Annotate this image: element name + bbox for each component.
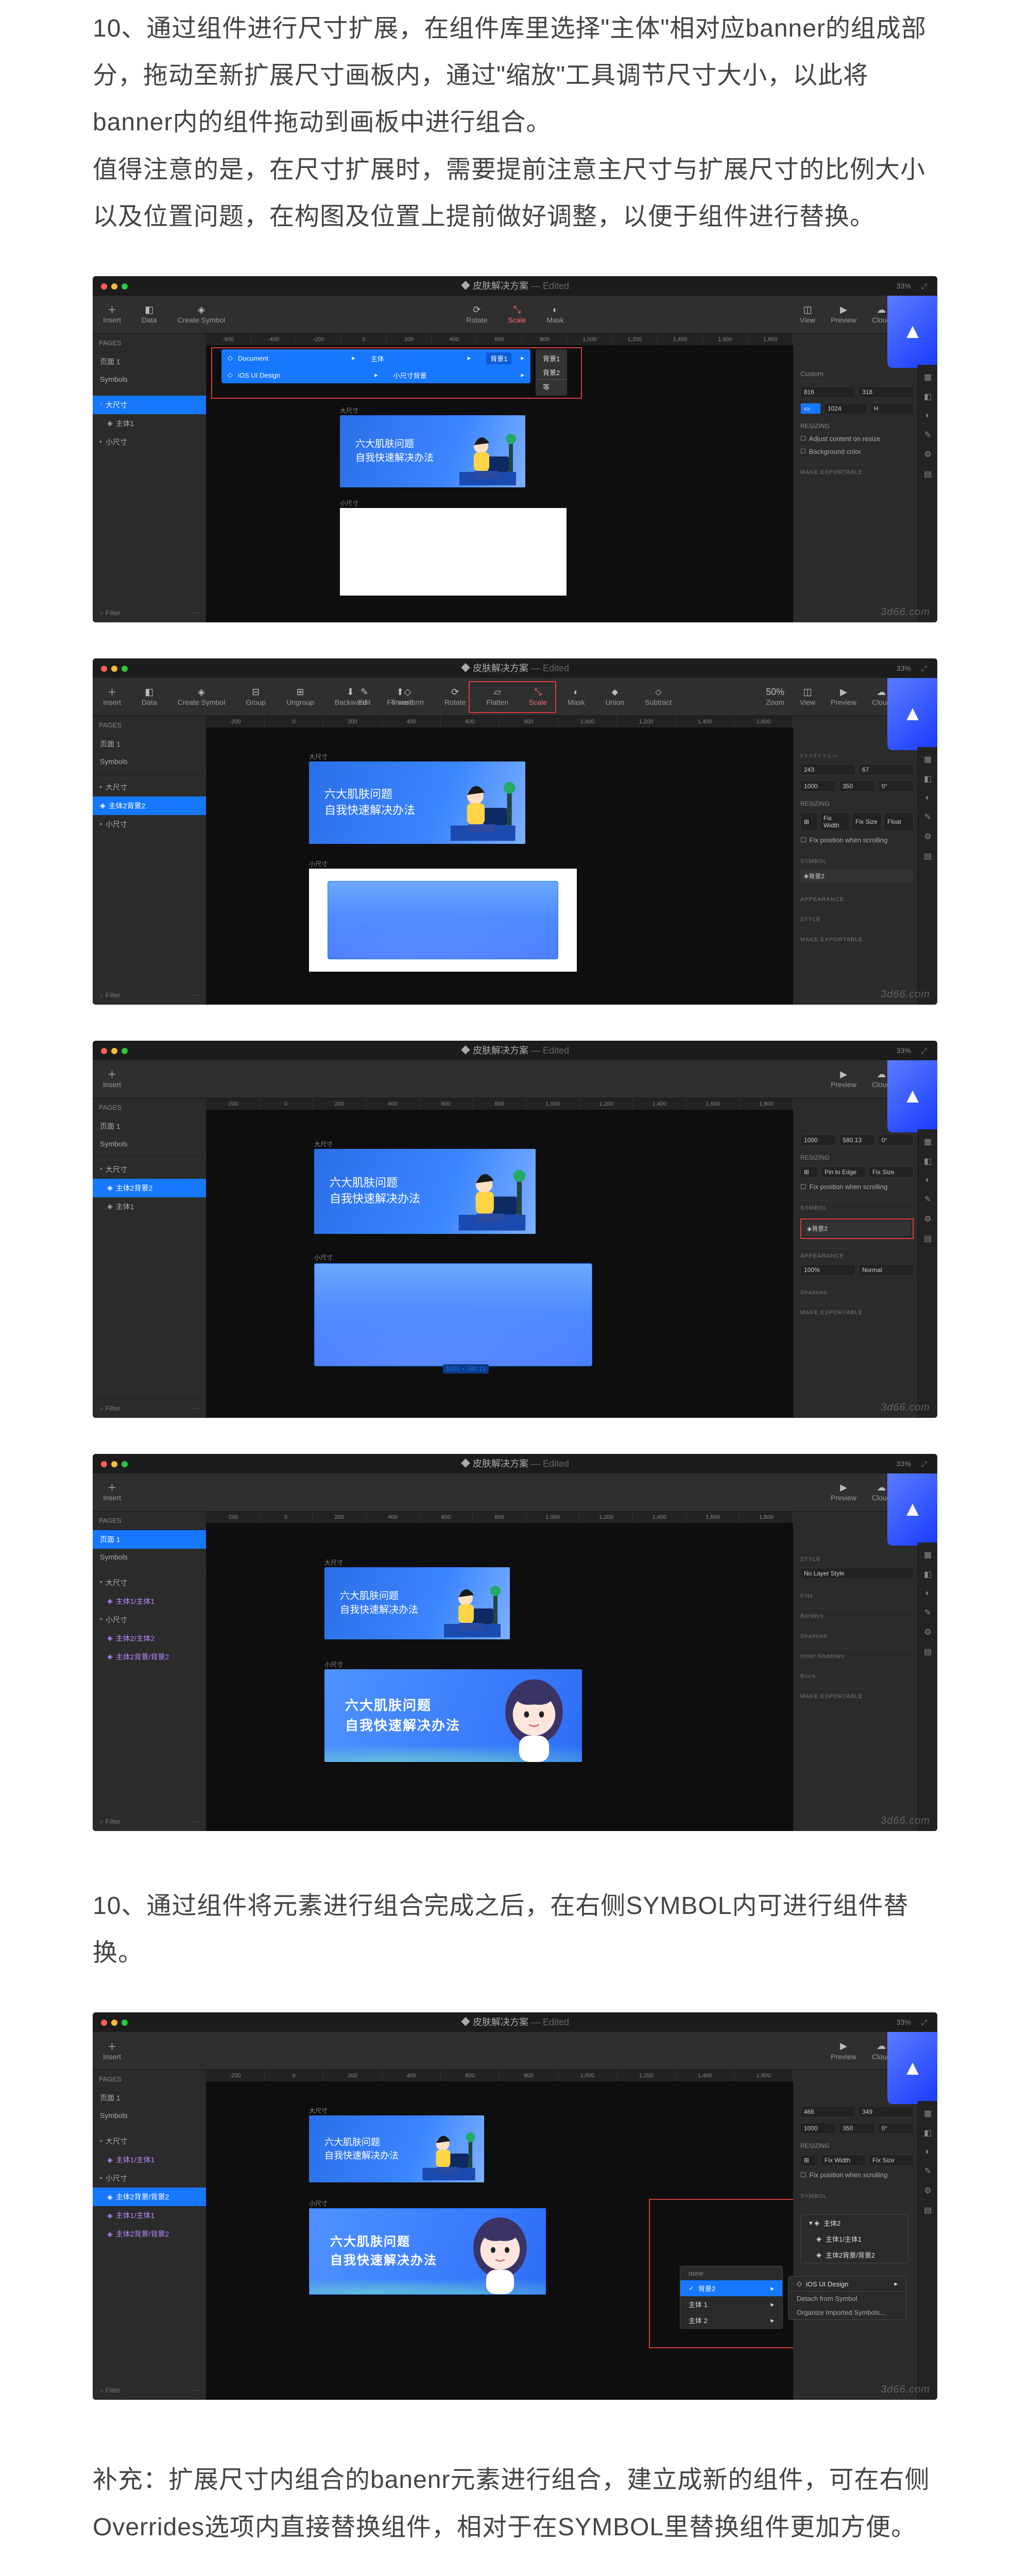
dd-ios[interactable]: iOS UI Design bbox=[238, 371, 280, 379]
overrides-tree[interactable]: ▾ ◈主体2 ◈主体1/主体1 ◈主体2背景/背景2 bbox=[800, 2214, 908, 2263]
page-item[interactable]: 页面 1 bbox=[93, 352, 206, 371]
paragraph-10b: 值得注意的是，在尺寸扩展时，需要提前注意主尺寸与扩展尺寸的比例大小以及位置问题，… bbox=[93, 146, 937, 240]
filter-label[interactable]: ⌕ Filter bbox=[100, 609, 121, 617]
opt-adjust[interactable]: Adjust content on resize bbox=[809, 435, 881, 443]
pages-header: PAGES bbox=[93, 334, 206, 352]
canvas[interactable]: -600-400-20002004006008001,0001,2001,400… bbox=[206, 334, 793, 622]
app-screenshot-5: ◆ 皮肤解决方案 — Edited33%⤢ ＋Insert▶Preview☁Cl… bbox=[93, 2012, 937, 2400]
wave-bg-selected[interactable] bbox=[328, 881, 558, 959]
tool-mask[interactable]: ◐Mask bbox=[546, 304, 563, 324]
highlight-scale-tool bbox=[469, 681, 556, 713]
tool-rotate[interactable]: ⟳Rotate bbox=[466, 304, 487, 324]
expand-icon[interactable]: ⤢ bbox=[921, 276, 927, 296]
banner-artboard-big[interactable]: 六大肌肤问题自我快速解决办法 bbox=[340, 415, 525, 487]
person-illustration-icon bbox=[449, 426, 521, 487]
tool-view[interactable]: ◫View bbox=[800, 304, 815, 324]
layer-small[interactable]: ▸小尺寸 bbox=[93, 433, 206, 451]
section-resizing: RESIZING bbox=[800, 422, 914, 430]
symbol-switch-submenu[interactable]: ◇iOS UI Design▸ Detach from Symbol Organ… bbox=[788, 2276, 906, 2320]
zoom-value[interactable]: 33% bbox=[897, 276, 911, 296]
layer-big[interactable]: ▾大尺寸 bbox=[93, 396, 206, 414]
doc-title: ◆ 皮肤解决方案 — Edited bbox=[461, 281, 569, 291]
tool-insert[interactable]: ＋Insert bbox=[103, 304, 121, 324]
opt-bgcolor[interactable]: Background color bbox=[809, 448, 861, 455]
symbol-switch-menu[interactable]: none ✓背景2▸ 主体 1▸ 主体 2▸ bbox=[680, 2266, 783, 2329]
right-sidebar-icons[interactable]: ▦◧◐✎⚙▤ bbox=[918, 365, 937, 622]
field-h[interactable]: 318 bbox=[859, 386, 914, 398]
ruler: -600-400-20002004006008001,0001,2001,400… bbox=[206, 334, 793, 345]
app-screenshot-1: ◆ 皮肤解决方案 — Edited 33% ⤢ ＋Insert ◧Data ◈Cr… bbox=[93, 276, 937, 622]
dd-submenu[interactable]: 背景1 背景2 等 bbox=[536, 349, 567, 396]
sketch-logo-icon: ◆ bbox=[461, 281, 473, 291]
layer-main1[interactable]: ◈ 主体1 bbox=[93, 414, 206, 433]
tool-preview[interactable]: ▶Preview bbox=[831, 304, 856, 324]
banner-small-composed[interactable]: 六大肌肤问题自我快速解决办法 bbox=[324, 1669, 582, 1762]
app-screenshot-4: ◆ 皮肤解决方案 — Edited33%⤢ ＋Insert▶Preview☁Cl… bbox=[93, 1454, 937, 1831]
paragraph-supplement: 补充：扩展尺寸内组合的banenr元素进行组合，建立成新的组件，可在右侧Over… bbox=[93, 2456, 937, 2550]
field-w[interactable]: 816 bbox=[800, 386, 855, 398]
highlight-symbol-field: ◈ 背景2 bbox=[800, 1218, 914, 1239]
girl-illustration-icon bbox=[495, 1674, 573, 1762]
app-screenshot-2: ◆ 皮肤解决方案 — Edited33%⤢ ＋Insert ◧Data ◈Cre… bbox=[93, 658, 937, 1005]
toolbar: ＋Insert ◧Data ◈Create Symbol ⟳Rotate ⤡Sc… bbox=[93, 296, 937, 334]
tool-create-symbol[interactable]: ◈Create Symbol bbox=[178, 304, 226, 324]
artboard-small[interactable] bbox=[309, 869, 577, 972]
paragraph-10c: 10、通过组件将元素进行组合完成之后，在右侧SYMBOL内可进行组件替换。 bbox=[93, 1883, 937, 1976]
app-brand-icon: ▲ bbox=[887, 296, 937, 368]
layers-panel[interactable]: PAGES 页面 1 Symbols ▾大尺寸 ◈ 主体1 ▸小尺寸 ⌕ Fil… bbox=[93, 334, 206, 622]
wave-artboard-selected[interactable] bbox=[314, 1263, 592, 1366]
layer-bg2-selected[interactable]: ◈ 主体2背景/背景2 bbox=[93, 2188, 206, 2206]
tool-scale[interactable]: ⤡Scale bbox=[508, 304, 526, 324]
window-controls[interactable] bbox=[101, 283, 128, 290]
insert-dropdown[interactable]: ◇Document▸主体▸背景1▸ ◇iOS UI Design▸小尺寸背景▸ bbox=[221, 349, 530, 383]
app-screenshot-3: ◆ 皮肤解决方案 — Edited33%⤢ ＋Insert ▶Preview☁C… bbox=[93, 1041, 937, 1418]
artboard-label-big: 大尺寸 bbox=[340, 406, 358, 415]
paragraph-10a: 10、通过组件进行尺寸扩展，在组件库里选择"主体"相对应banner的组成部分，… bbox=[93, 0, 937, 146]
layer-main-bg-sel[interactable]: ◈ 主体2背景2 bbox=[93, 796, 206, 815]
watermark: 3d66.com bbox=[881, 606, 930, 618]
dd-main[interactable]: 主体 bbox=[371, 353, 384, 363]
symbols-item[interactable]: Symbols bbox=[93, 371, 206, 387]
artboard-small-empty[interactable] bbox=[340, 508, 566, 596]
layer-bg-selected[interactable]: ◈ 主体2背景2 bbox=[93, 1179, 206, 1197]
dd-bg1[interactable]: 背景1 bbox=[486, 352, 511, 364]
artboard-label-small: 小尺寸 bbox=[340, 499, 358, 507]
v-icon-1: ▦ bbox=[924, 372, 932, 382]
inspector-panel[interactable]: ▲ ▦◧◐✎⚙▤ Custom 816318 ▭1024H RESIZING ☐… bbox=[793, 334, 937, 622]
size-badge: 1000 × 580.13 bbox=[443, 1364, 489, 1374]
section-exportable[interactable]: MAKE EXPORTABLE bbox=[800, 465, 914, 476]
inspector-tab[interactable]: Custom bbox=[800, 370, 823, 378]
dd-smallbg[interactable]: 小尺寸背景 bbox=[393, 370, 427, 380]
titlebar: ◆ 皮肤解决方案 — Edited 33% ⤢ bbox=[93, 276, 937, 296]
tool-data[interactable]: ◧Data bbox=[142, 304, 157, 324]
dd-document[interactable]: Document bbox=[238, 354, 268, 362]
